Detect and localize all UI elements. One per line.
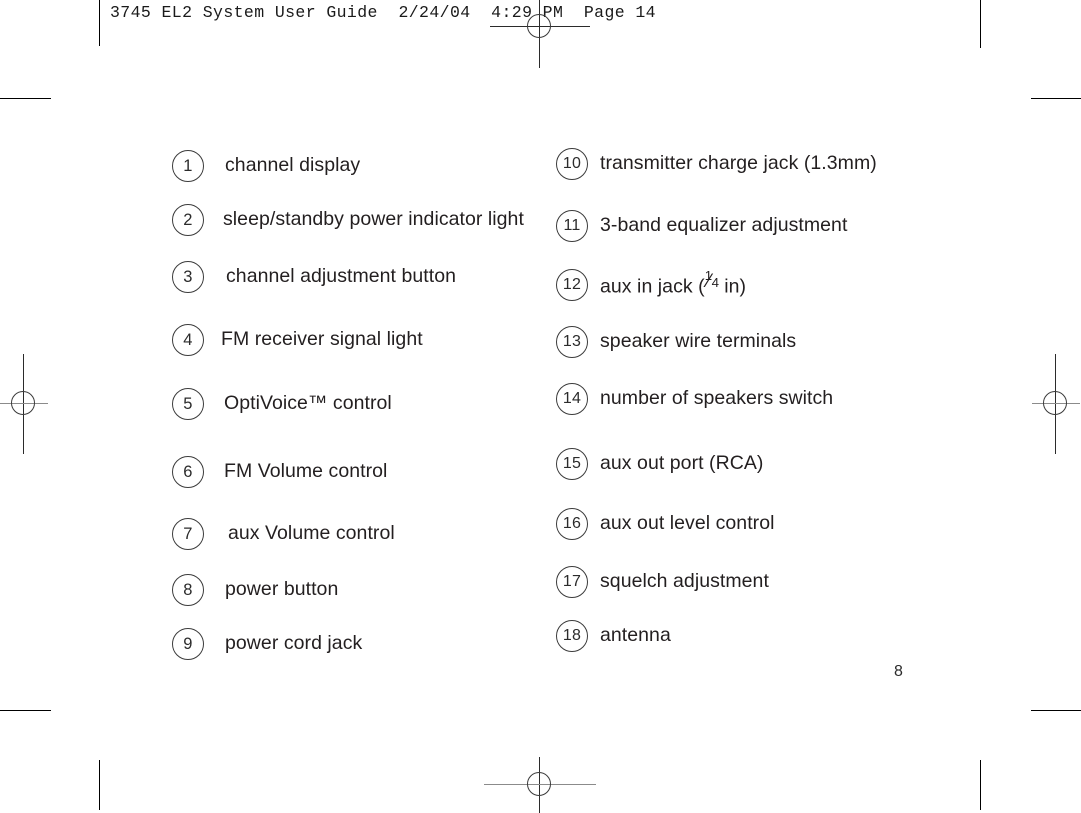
callout-item-13: 13 speaker wire terminals (556, 326, 796, 358)
callout-label: aux out port (RCA) (600, 452, 764, 475)
callout-label: speaker wire terminals (600, 330, 797, 353)
callout-label: FM receiver signal light (221, 328, 423, 351)
callout-number-badge: 15 (556, 448, 588, 480)
trim-mark-bottom-right-vertical (980, 760, 981, 810)
callout-label: antenna (600, 624, 671, 647)
trim-mark-left-bottom-horizontal (0, 710, 51, 711)
callout-number-badge: 18 (556, 620, 588, 652)
callout-label: number of speakers switch (600, 387, 834, 410)
callout-item-16: 16 aux out level control (556, 508, 774, 540)
callout-number-badge: 10 (556, 148, 588, 180)
callout-number-badge: 3 (172, 261, 204, 293)
callout-label: channel display (225, 154, 361, 177)
callout-item-15: 15 aux out port (RCA) (556, 448, 763, 480)
callout-item-12: 12 aux in jack (1 ⁄ 4 in) (556, 269, 746, 301)
callout-item-11: 11 3-band equalizer adjustment (556, 210, 847, 242)
trim-mark-top-left-vertical (99, 0, 100, 46)
callout-item-14: 14 number of speakers switch (556, 383, 833, 415)
callout-label: OptiVoice™ control (224, 392, 392, 415)
callout-number-badge: 9 (172, 628, 204, 660)
callout-item-1: 1 channel display (172, 150, 360, 182)
callout-label-suffix: in) (718, 275, 747, 298)
callout-item-8: 8 power button (172, 574, 338, 606)
callout-label: transmitter charge jack (1.3mm) (600, 152, 877, 175)
callout-label: aux Volume control (228, 522, 395, 545)
callout-number-badge: 13 (556, 326, 588, 358)
callout-number-badge: 16 (556, 508, 588, 540)
callout-number-badge: 11 (556, 210, 588, 242)
registration-circle-icon (527, 14, 552, 39)
callout-number-badge: 1 (172, 150, 204, 182)
callout-number-badge: 14 (556, 383, 588, 415)
callout-label: 3-band equalizer adjustment (600, 214, 848, 237)
callout-label: channel adjustment button (226, 265, 456, 288)
registration-circle-icon (527, 772, 552, 797)
callout-item-2: 2 sleep/standby power indicator light (172, 204, 524, 236)
registration-circle-icon (1043, 391, 1068, 416)
callout-label-prefix: aux in jack ( (600, 275, 705, 298)
callout-number-badge: 8 (172, 574, 204, 606)
callout-label: FM Volume control (224, 460, 388, 483)
page-number: 8 (894, 663, 903, 680)
trim-mark-bottom-left-vertical (99, 760, 100, 810)
trim-mark-right-top-horizontal (1031, 98, 1081, 99)
trim-mark-left-top-horizontal (0, 98, 51, 99)
callout-label: aux in jack (1 ⁄ 4 in) (600, 268, 747, 298)
callout-item-4: 4 FM receiver signal light (172, 324, 423, 356)
callout-number-badge: 7 (172, 518, 204, 550)
fraction-one-quarter-icon: 1 ⁄ 4 (704, 268, 720, 292)
callout-item-10: 10 transmitter charge jack (1.3mm) (556, 148, 877, 180)
callout-item-6: 6 FM Volume control (172, 456, 387, 488)
print-header-slug: 3745 EL2 System User Guide 2/24/04 4:29 … (110, 3, 656, 22)
callout-label: power button (225, 578, 339, 601)
callout-number-badge: 12 (556, 269, 588, 301)
callout-item-5: 5 OptiVoice™ control (172, 388, 392, 420)
callout-item-17: 17 squelch adjustment (556, 566, 769, 598)
callout-item-9: 9 power cord jack (172, 628, 362, 660)
callout-label: squelch adjustment (600, 570, 769, 593)
callout-number-badge: 6 (172, 456, 204, 488)
callout-number-badge: 5 (172, 388, 204, 420)
callout-label: power cord jack (225, 632, 363, 655)
trim-mark-top-right-vertical (980, 0, 981, 48)
trim-mark-right-bottom-horizontal (1031, 710, 1081, 711)
callout-number-badge: 2 (172, 204, 204, 236)
callout-number-badge: 4 (172, 324, 204, 356)
callout-item-7: 7 aux Volume control (172, 518, 395, 550)
callout-item-18: 18 antenna (556, 620, 671, 652)
registration-circle-icon (11, 391, 36, 416)
callout-label: sleep/standby power indicator light (223, 208, 524, 231)
callout-label: aux out level control (600, 512, 775, 535)
callout-number-badge: 17 (556, 566, 588, 598)
callout-item-3: 3 channel adjustment button (172, 261, 456, 293)
